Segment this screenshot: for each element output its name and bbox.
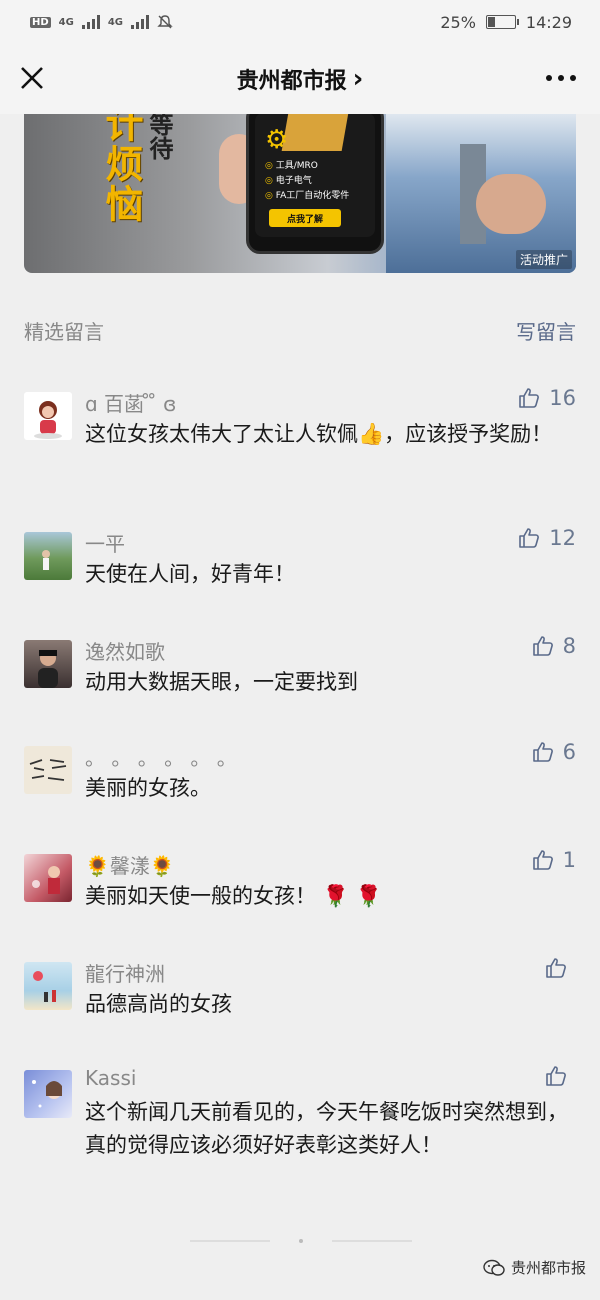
like-count: 1 xyxy=(562,848,576,872)
status-left: HD 4G 4G xyxy=(30,14,173,30)
network-4g-1: 4G xyxy=(58,16,74,28)
comment-item: Kassi 这个新闻几天前看见的，今天午餐吃饭时突然想到，真的觉得应该必须好好表… xyxy=(24,1066,576,1200)
ad-item-list: 工具/MRO 电子电气 FA工厂自动化零件 xyxy=(265,159,350,204)
battery-percent: 25% xyxy=(440,12,476,32)
comment-author: 。 。 。 。 。 。 xyxy=(85,746,237,770)
comments-header: 精选留言 写留言 xyxy=(24,316,576,345)
comment-item: 一平 12 天使在人间，好青年！ xyxy=(24,526,576,592)
comment-author: 🌻馨漾🌻 xyxy=(85,854,175,878)
comment-item: 逸然如歌 8 动用大数据天眼，一定要找到 xyxy=(24,634,576,700)
comment-text: 品德高尚的女孩 xyxy=(85,992,232,1016)
watermark: 贵州都市报 xyxy=(483,1257,586,1278)
like-count: 16 xyxy=(549,386,576,410)
ad-item: 工具/MRO xyxy=(265,159,349,174)
signal-icon xyxy=(81,15,100,29)
network-4g-2: 4G xyxy=(107,16,124,28)
ad-item: 电子电气 xyxy=(265,174,349,189)
comment-item: ɑ 百菡 ̊ ̊ ɞ 16 这位女孩太伟大了太让人钦佩👍，应该授予奖励！ xyxy=(24,386,576,492)
comment-text: 美丽如天使一般的女孩！ 🌹 🌹 xyxy=(85,884,382,908)
thumbs-up-icon xyxy=(519,388,540,408)
section-title: 精选留言 xyxy=(24,320,104,344)
like-button[interactable]: 12 xyxy=(517,526,576,550)
close-icon[interactable] xyxy=(18,64,46,92)
like-button[interactable]: 8 xyxy=(531,634,576,658)
like-count: 6 xyxy=(562,740,576,764)
avatar[interactable] xyxy=(24,854,72,902)
thumbs-up-icon xyxy=(546,1066,566,1086)
battery-icon xyxy=(485,15,519,29)
comment-author: 一平 xyxy=(85,532,125,556)
comment-text: 美丽的女孩。 xyxy=(85,776,211,800)
account-title-link[interactable]: 贵州都市报 › xyxy=(237,63,364,95)
thumbs-up-icon xyxy=(546,958,566,978)
watermark-text: 贵州都市报 xyxy=(510,1259,586,1277)
like-button[interactable] xyxy=(544,956,576,980)
comment-text: 动用大数据天眼，一定要找到 xyxy=(85,670,358,694)
ad-box-image xyxy=(281,114,349,151)
comment-author: 逸然如歌 xyxy=(85,640,165,664)
avatar[interactable] xyxy=(24,746,72,794)
avatar[interactable] xyxy=(24,1070,72,1118)
comment-item: 。 。 。 。 。 。 6 美丽的女孩。 xyxy=(24,740,576,806)
status-bar: HD 4G 4G 25% 14:29 xyxy=(0,0,600,44)
thumbs-up-icon xyxy=(519,528,540,548)
like-button[interactable]: 16 xyxy=(517,386,576,410)
pager-line xyxy=(332,1240,412,1242)
avatar[interactable] xyxy=(24,640,72,688)
comment-text: 这个新闻几天前看见的，今天午餐吃饭时突然想到，真的觉得应该必须好好表彰这类好人！ xyxy=(85,1100,568,1157)
nav-bar: 贵州都市报 › xyxy=(0,44,600,114)
clock: 14:29 xyxy=(525,12,572,32)
ad-banner[interactable]: 计烦恼 等待 ⚙ 工具/MRO 电子电气 FA工厂自动化零件 点我了解 活动推广 xyxy=(24,114,576,273)
ad-hand-image xyxy=(476,174,546,234)
signal-icon xyxy=(131,15,150,29)
comment-item: 龍行神洲 品德高尚的女孩 xyxy=(24,958,576,1022)
avatar[interactable] xyxy=(24,962,72,1010)
comment-text: 天使在人间，好青年！ xyxy=(85,562,295,586)
page-indicator xyxy=(190,1239,412,1243)
comment-author: ɑ 百菡 ̊ ̊ ɞ xyxy=(85,392,177,416)
comment-author: Kassi xyxy=(85,1066,137,1090)
ad-tag: 活动推广 xyxy=(515,250,572,269)
wechat-icon xyxy=(483,1259,505,1276)
like-count: 12 xyxy=(549,526,576,550)
pager-dot xyxy=(299,1239,303,1243)
ad-phone-image: ⚙ 工具/MRO 电子电气 FA工厂自动化零件 点我了解 xyxy=(246,114,384,254)
chevron-right-icon: › xyxy=(352,64,364,94)
thumbs-up-icon xyxy=(532,742,553,762)
ad-phone-screen: ⚙ 工具/MRO 电子电气 FA工厂自动化零件 点我了解 xyxy=(255,114,375,237)
more-icon[interactable] xyxy=(544,66,578,90)
battery-level xyxy=(487,17,495,27)
thumbs-up-icon xyxy=(532,850,553,870)
like-button[interactable]: 6 xyxy=(531,740,576,764)
comment-item: 🌻馨漾🌻 1 美丽如天使一般的女孩！ 🌹 🌹 xyxy=(24,848,576,914)
pager-line xyxy=(190,1240,270,1242)
status-right: 25% 14:29 xyxy=(440,13,572,32)
account-title: 贵州都市报 xyxy=(236,69,347,94)
ad-item: FA工厂自动化零件 xyxy=(265,189,350,204)
ad-headline: 计烦恼 xyxy=(99,114,144,224)
like-button[interactable]: 1 xyxy=(531,848,576,872)
hd-indicator: HD xyxy=(30,16,51,28)
like-button[interactable] xyxy=(544,1064,576,1088)
comment-text: 这位女孩太伟大了太让人钦佩👍，应该授予奖励！ xyxy=(85,422,553,446)
avatar[interactable] xyxy=(24,532,72,580)
mute-bell-icon xyxy=(157,15,173,29)
thumbs-up-icon xyxy=(532,636,553,656)
gear-icon: ⚙ xyxy=(265,125,289,155)
write-comment-button[interactable]: 写留言 xyxy=(516,316,576,345)
like-count: 8 xyxy=(562,634,576,658)
avatar[interactable] xyxy=(24,392,72,440)
ad-subheadline: 等待 xyxy=(145,114,173,160)
ad-cta-button[interactable]: 点我了解 xyxy=(269,209,341,227)
comment-author: 龍行神洲 xyxy=(85,962,165,986)
